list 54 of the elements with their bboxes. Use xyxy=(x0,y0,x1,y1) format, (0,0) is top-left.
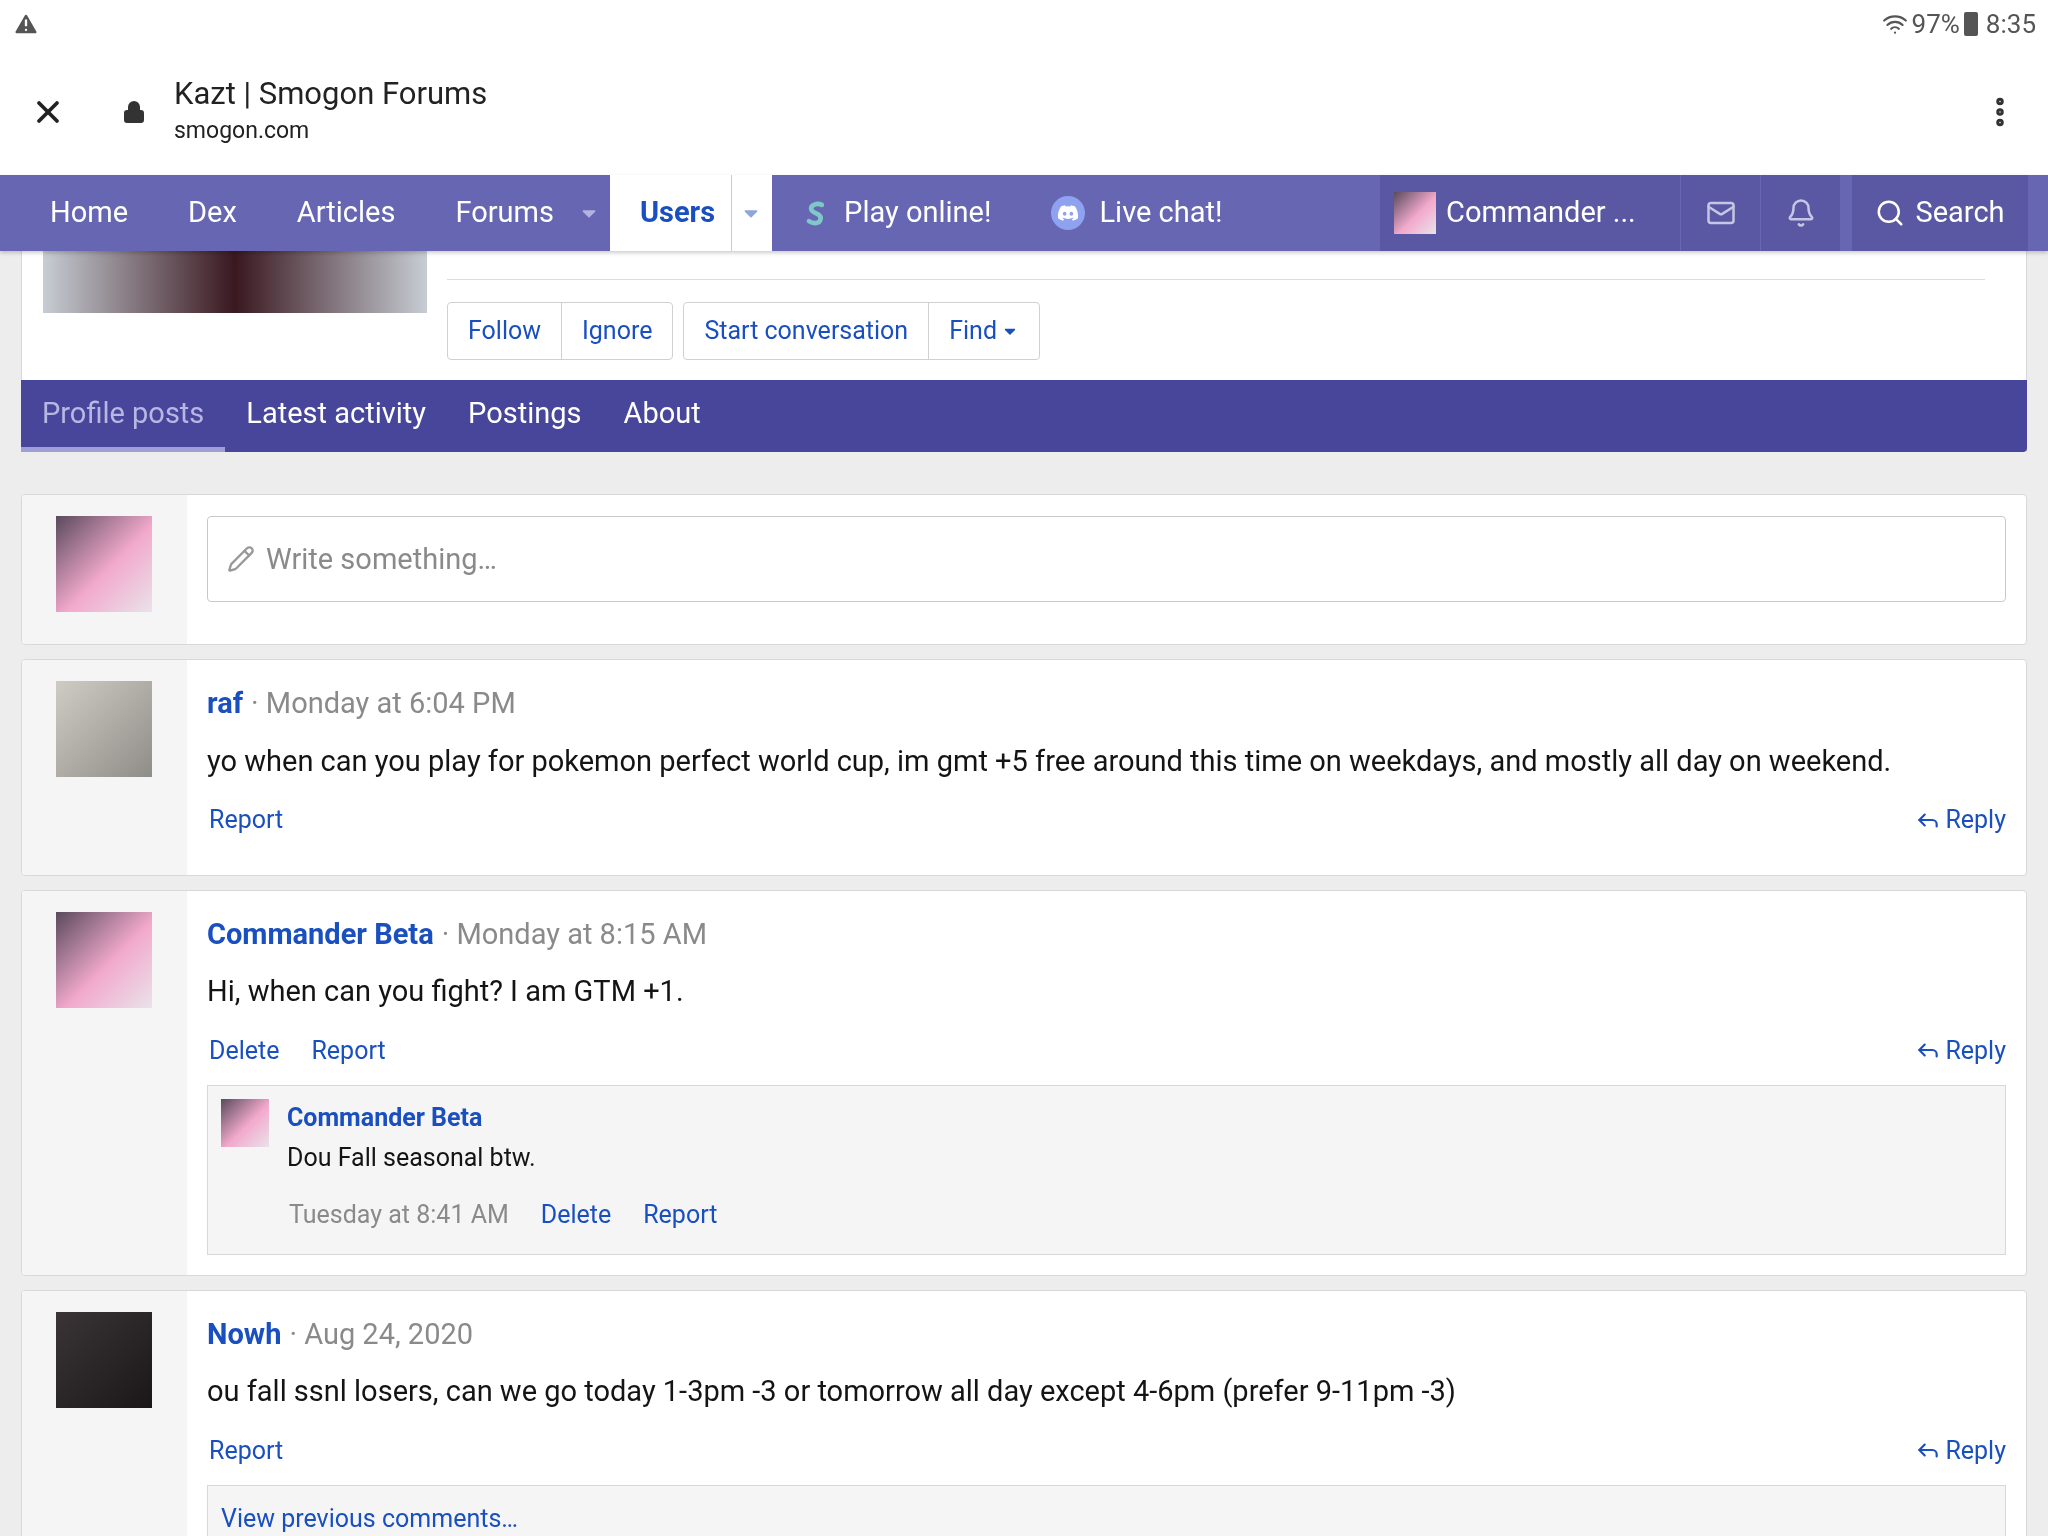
profile-button[interactable]: Ignore xyxy=(561,303,673,359)
reply-link[interactable]: Reply xyxy=(1915,1031,2006,1069)
reply-link[interactable]: Reply xyxy=(1915,1431,2006,1469)
search-button[interactable]: Search xyxy=(1852,175,2028,251)
alerts-button[interactable] xyxy=(1760,175,1840,251)
post-time: · Monday at 6:04 PM xyxy=(251,685,516,722)
author-link[interactable]: Nowh xyxy=(207,1312,282,1356)
chat-bubble-icon xyxy=(1051,196,1086,230)
clock-time: 8:35 xyxy=(1985,7,2036,41)
action-link[interactable]: Delete xyxy=(209,1031,280,1069)
action-link[interactable]: Report xyxy=(643,1196,718,1234)
inbox-button[interactable] xyxy=(1680,175,1760,251)
profile-tab[interactable]: Postings xyxy=(447,380,603,452)
page-url: smogon.com xyxy=(174,116,311,147)
profile-button[interactable]: Start conversation xyxy=(684,303,929,359)
nav-tab[interactable]: Forums xyxy=(425,175,610,251)
action-link[interactable]: Report xyxy=(209,801,284,839)
author-link[interactable]: Commander Beta xyxy=(207,912,434,956)
view-previous-comments-link[interactable]: View previous comments… xyxy=(207,1485,2006,1536)
account-menu[interactable]: Commander ... xyxy=(1380,175,1680,251)
action-link[interactable]: Report xyxy=(311,1031,386,1069)
pencil-icon xyxy=(227,545,255,573)
nav-tab[interactable]: Live chat! xyxy=(1021,175,1253,251)
profile-tab[interactable]: Latest activity xyxy=(225,380,448,452)
comment-time: Tuesday at 8:41 AM xyxy=(289,1199,509,1231)
post-message: Hi, when can you fight? I am GTM +1. xyxy=(207,973,685,1010)
nav-tab[interactable]: Users xyxy=(609,175,773,251)
comment-message: Dou Fall seasonal btw. xyxy=(287,1141,537,1174)
write-field[interactable]: Write something… xyxy=(207,516,2006,602)
action-link[interactable]: Report xyxy=(209,1431,284,1469)
post-message: ou fall ssnl losers, can we go today 1-3pm -3 or tomorrow all day except 4-6pm (prefer 9-11pm -3) xyxy=(207,1373,1457,1410)
avatar-image xyxy=(1394,192,1436,234)
post-time: · Monday at 8:15 AM xyxy=(441,915,707,953)
avatar-image[interactable] xyxy=(56,516,152,612)
nav-tab[interactable]: Dex xyxy=(158,175,267,251)
page-title: Kazt | Smogon Forums xyxy=(174,74,488,115)
profile-tab[interactable]: About xyxy=(602,380,722,452)
author-link[interactable]: Commander Beta xyxy=(287,1099,718,1137)
avatar-image[interactable] xyxy=(56,911,152,1008)
post-time: · Aug 24, 2020 xyxy=(289,1315,474,1353)
post-message: yo when can you play for pokemon perfect world cup, im gmt +5 free around this time on weekdays, and mostly all day on weekend. xyxy=(207,742,1893,780)
battery-percent: 97% xyxy=(1911,7,1960,41)
profile-button[interactable]: Find xyxy=(928,303,1039,359)
action-link[interactable]: Delete xyxy=(540,1196,612,1234)
lock-icon xyxy=(122,99,146,124)
battery-icon xyxy=(1963,12,1978,36)
profile-button[interactable]: Follow xyxy=(448,303,562,359)
nav-tab[interactable]: Articles xyxy=(266,175,426,251)
nav-tab[interactable]: Play online! xyxy=(772,175,1022,251)
author-link[interactable]: raf xyxy=(207,682,244,726)
avatar-image[interactable] xyxy=(221,1099,269,1147)
reply-link[interactable]: Reply xyxy=(1915,801,2006,839)
profile-tab[interactable]: Profile posts xyxy=(21,380,226,452)
nav-tab[interactable]: Home xyxy=(20,175,159,251)
